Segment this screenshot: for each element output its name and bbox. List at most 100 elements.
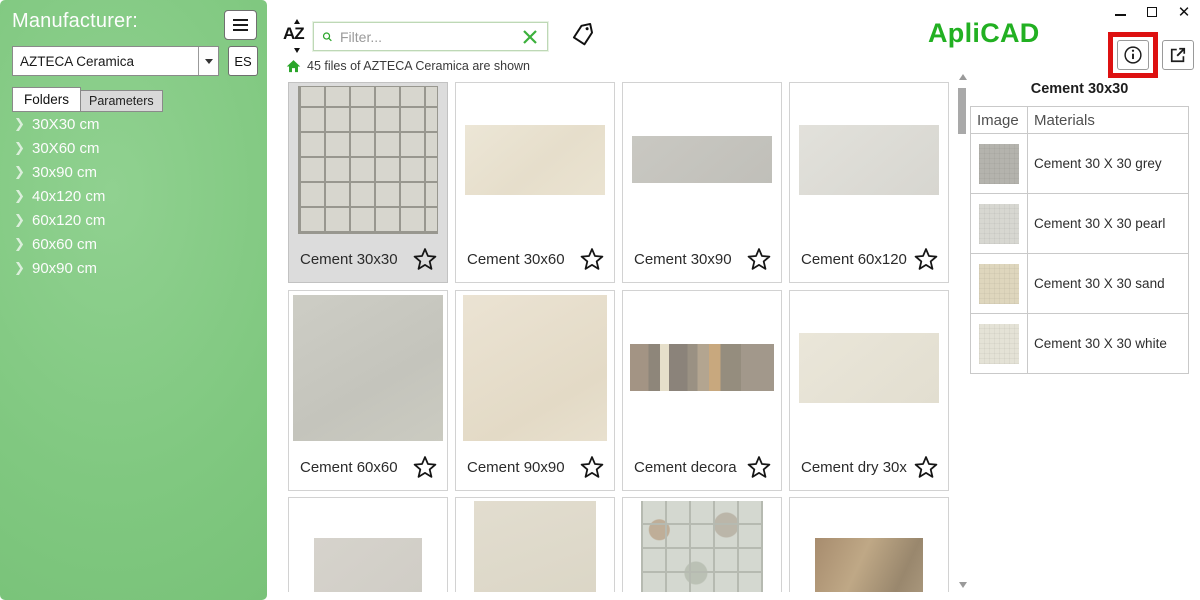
aplicad-logo: ApliCAD: [928, 18, 1040, 49]
open-external-button[interactable]: [1162, 40, 1194, 70]
tile-label: Cement dry 30x: [801, 459, 907, 476]
scrollbar-thumb[interactable]: [958, 88, 966, 134]
favorite-star-icon[interactable]: [746, 247, 772, 272]
favorite-star-icon[interactable]: [579, 247, 605, 272]
favorite-star-icon[interactable]: [913, 247, 939, 272]
material-thumbnail: [979, 144, 1019, 184]
tile-card-cement-decora[interactable]: Cement decora: [622, 290, 782, 491]
status-line: 45 files of AZTECA Ceramica are shown: [286, 59, 530, 73]
favorite-star-icon[interactable]: [412, 247, 438, 272]
sidebar-tabs: Folders Parameters: [12, 87, 163, 112]
favorite-star-icon[interactable]: [412, 455, 438, 480]
tile-image: [463, 295, 607, 441]
material-row-white[interactable]: Cement 30 X 30 white: [971, 314, 1189, 374]
open-external-icon: [1168, 45, 1188, 65]
material-row-grey[interactable]: Cement 30 X 30 grey: [971, 134, 1189, 194]
language-button[interactable]: ES: [228, 46, 258, 76]
manufacturer-select[interactable]: AZTECA Ceramica: [12, 46, 219, 76]
info-button[interactable]: [1117, 40, 1149, 70]
status-text: 45 files of AZTECA Ceramica are shown: [307, 59, 530, 73]
sidebar-title: Manufacturer:: [12, 10, 138, 33]
tile-card-cement-60x60[interactable]: Cement 60x60: [288, 290, 448, 491]
tile-image: [632, 136, 772, 183]
tile-card-partial-2[interactable]: [455, 497, 615, 592]
tile-card-partial-4[interactable]: [789, 497, 949, 592]
tile-label: Cement decora: [634, 459, 737, 476]
material-name: Cement 30 X 30 pearl: [1028, 194, 1189, 254]
tile-image: [293, 295, 443, 441]
tile-card-cement-30x30[interactable]: Cement 30x30: [288, 82, 448, 283]
tile-image: [641, 501, 763, 592]
home-icon: [286, 59, 301, 73]
tile-card-cement-30x90[interactable]: Cement 30x90: [622, 82, 782, 283]
chevron-down-icon: [205, 59, 213, 64]
folder-item-40x120[interactable]: ❯40x120 cm: [14, 184, 254, 208]
folder-item-30x60[interactable]: ❯30X60 cm: [14, 136, 254, 160]
tile-grid: Cement 30x30 Cement 30x60 Cement 30x90 C…: [282, 80, 954, 592]
minimize-button[interactable]: [1112, 4, 1128, 20]
tile-card-cement-90x90[interactable]: Cement 90x90: [455, 290, 615, 491]
clear-filter-icon[interactable]: [521, 28, 539, 46]
maximize-button[interactable]: [1144, 4, 1160, 20]
material-thumbnail: [979, 204, 1019, 244]
material-name: Cement 30 X 30 white: [1028, 314, 1189, 374]
tab-parameters[interactable]: Parameters: [80, 90, 163, 112]
tile-card-cement-dry[interactable]: Cement dry 30x: [789, 290, 949, 491]
favorite-star-icon[interactable]: [746, 455, 772, 480]
material-name: Cement 30 X 30 sand: [1028, 254, 1189, 314]
material-name: Cement 30 X 30 grey: [1028, 134, 1189, 194]
column-header-materials: Materials: [1028, 107, 1189, 134]
tile-image: [630, 344, 774, 391]
materials-header-row: Image Materials: [971, 107, 1189, 134]
manufacturer-sidebar: Manufacturer: AZTECA Ceramica ES Folders…: [0, 0, 267, 600]
chevron-right-icon: ❯: [14, 260, 32, 276]
tile-card-cement-60x120[interactable]: Cement 60x120: [789, 82, 949, 283]
material-row-sand[interactable]: Cement 30 X 30 sand: [971, 254, 1189, 314]
tile-card-cement-30x60[interactable]: Cement 30x60: [455, 82, 615, 283]
folder-tree: ❯30X30 cm ❯30X60 cm ❯30x90 cm ❯40x120 cm…: [14, 112, 254, 280]
chevron-right-icon: ❯: [14, 116, 32, 132]
tile-label: Cement 60x120: [801, 251, 907, 268]
tile-image: [298, 86, 438, 234]
tile-image: [799, 333, 939, 403]
scroll-down-icon[interactable]: [959, 582, 967, 588]
info-icon: [1122, 44, 1144, 66]
grid-scrollbar[interactable]: [957, 74, 969, 588]
highlight-red-box: [1108, 32, 1158, 78]
scroll-up-icon[interactable]: [959, 74, 967, 80]
favorite-star-icon[interactable]: [913, 455, 939, 480]
manufacturer-select-arrow[interactable]: [198, 47, 218, 75]
filter-searchbox[interactable]: [313, 22, 548, 51]
tag-button[interactable]: [570, 22, 596, 53]
hamburger-icon: [233, 19, 248, 21]
tile-card-partial-1[interactable]: [288, 497, 448, 592]
tab-folders[interactable]: Folders: [12, 87, 81, 112]
folder-item-30x30[interactable]: ❯30X30 cm: [14, 112, 254, 136]
tile-image: [815, 538, 923, 592]
sort-az-icon: AZ: [283, 24, 304, 43]
material-thumbnail: [979, 324, 1019, 364]
tile-label: Cement 60x60: [300, 459, 398, 476]
tile-card-partial-3[interactable]: [622, 497, 782, 592]
folder-item-60x60[interactable]: ❯60x60 cm: [14, 232, 254, 256]
close-button[interactable]: ✕: [1176, 4, 1192, 20]
minimize-icon: [1115, 14, 1126, 16]
material-thumbnail: [979, 264, 1019, 304]
hamburger-menu-button[interactable]: [224, 10, 257, 40]
sort-az-button[interactable]: AZ: [283, 24, 311, 50]
folder-item-30x90[interactable]: ❯30x90 cm: [14, 160, 254, 184]
tile-label: Cement 30x90: [634, 251, 732, 268]
tile-image: [465, 125, 605, 195]
chevron-right-icon: ❯: [14, 140, 32, 156]
detail-panel-title: Cement 30x30: [970, 81, 1189, 97]
favorite-star-icon[interactable]: [579, 455, 605, 480]
window-controls: ✕: [1112, 2, 1192, 22]
filter-input[interactable]: [340, 29, 521, 45]
folder-item-60x120[interactable]: ❯60x120 cm: [14, 208, 254, 232]
folder-item-90x90[interactable]: ❯90x90 cm: [14, 256, 254, 280]
chevron-right-icon: ❯: [14, 188, 32, 204]
app-window: ✕ Manufacturer: AZTECA Ceramica ES Folde…: [0, 0, 1200, 600]
tile-label: Cement 30x60: [467, 251, 565, 268]
manufacturer-select-value: AZTECA Ceramica: [13, 47, 198, 75]
material-row-pearl[interactable]: Cement 30 X 30 pearl: [971, 194, 1189, 254]
